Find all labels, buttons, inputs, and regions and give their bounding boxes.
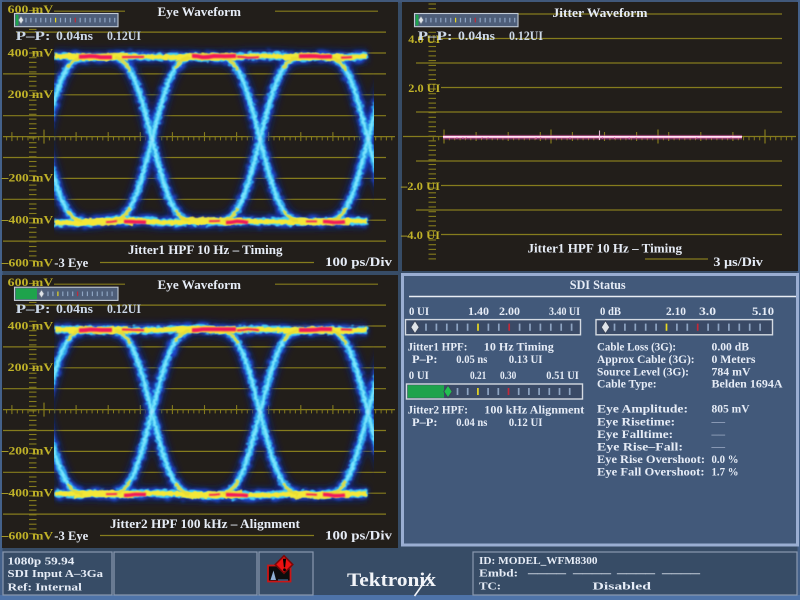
svg-text:0 Meters: 0 Meters	[712, 354, 757, 366]
svg-text:100 ps/Div: 100 ps/Div	[325, 255, 393, 269]
svg-text:––: ––	[710, 442, 725, 454]
svg-text:–400 mV: –400 mV	[1, 213, 54, 227]
svg-text:2.10: 2.10	[666, 306, 686, 318]
svg-text:––––: ––––	[526, 568, 567, 580]
svg-text:0.0 %: 0.0 %	[712, 454, 739, 466]
svg-text:5.10: 5.10	[752, 306, 774, 318]
svg-text:Embd:: Embd:	[479, 568, 518, 580]
svg-text:1.7 %: 1.7 %	[712, 467, 739, 479]
svg-text:Jitter Waveform: Jitter Waveform	[553, 5, 648, 20]
svg-text:2.0 UI: 2.0 UI	[408, 81, 440, 95]
svg-text:P–P:: P–P:	[412, 417, 438, 429]
svg-text:0.04ns: 0.04ns	[458, 29, 495, 43]
svg-text:P–P:: P–P:	[16, 302, 51, 316]
svg-text:P–P:: P–P:	[16, 29, 51, 43]
svg-text:100 ps/Div: 100 ps/Div	[325, 529, 393, 543]
svg-text:3 µs/Div: 3 µs/Div	[713, 255, 763, 269]
svg-text:–400 mV: –400 mV	[1, 486, 54, 500]
svg-text:Eye Amplitude:: Eye Amplitude:	[597, 404, 688, 416]
svg-text:–200 mV: –200 mV	[1, 444, 54, 458]
svg-text:SDI Status: SDI Status	[570, 278, 626, 292]
svg-text:Approx Cable (3G):: Approx Cable (3G):	[597, 354, 695, 366]
svg-text:Eye Falltime:: Eye Falltime:	[597, 429, 673, 441]
svg-text:0.13 UI: 0.13 UI	[509, 354, 543, 366]
svg-text:–600 mV: –600 mV	[1, 256, 54, 270]
svg-text:-3 Eye: -3 Eye	[54, 256, 88, 270]
svg-text:0.21: 0.21	[470, 370, 487, 382]
svg-text:P–P:: P–P:	[418, 29, 453, 43]
svg-text:200 mV: 200 mV	[8, 87, 54, 101]
svg-text:0.12 UI: 0.12 UI	[509, 417, 543, 429]
svg-text:0.00 dB: 0.00 dB	[712, 342, 750, 354]
svg-text:0.12UI: 0.12UI	[509, 29, 543, 43]
svg-text:Eye Rise–Fall:: Eye Rise–Fall:	[597, 442, 683, 454]
svg-text:400 mV: 400 mV	[8, 318, 54, 332]
svg-text:0 dB: 0 dB	[600, 306, 621, 318]
svg-text:3.0: 3.0	[699, 306, 716, 318]
svg-text:0 UI: 0 UI	[409, 370, 429, 382]
svg-text:ID: MODEL_WFM8300: ID: MODEL_WFM8300	[479, 555, 598, 567]
svg-text:Jitter2 HPF 100 kHz – Alignmen: Jitter2 HPF 100 kHz – Alignment	[110, 517, 301, 531]
svg-text:––: ––	[710, 416, 725, 428]
svg-text:Eye Waveform: Eye Waveform	[158, 4, 242, 19]
svg-text:Belden 1694A: Belden 1694A	[712, 379, 784, 391]
svg-text:0.12UI: 0.12UI	[107, 302, 141, 316]
svg-text:0.51 UI: 0.51 UI	[546, 370, 579, 382]
svg-text:Eye Fall Overshoot:: Eye Fall Overshoot:	[597, 467, 705, 479]
svg-text:805 mV: 805 mV	[712, 404, 751, 416]
svg-text:Source Level (3G):: Source Level (3G):	[597, 366, 689, 378]
svg-text:Eye Waveform: Eye Waveform	[158, 277, 242, 292]
svg-text:–4.0 UI: –4.0 UI	[400, 228, 440, 242]
svg-text:-3 Eye: -3 Eye	[54, 529, 88, 543]
svg-text:Cable Loss (3G):: Cable Loss (3G):	[597, 342, 676, 354]
svg-text:Jitter2 HPF:: Jitter2 HPF:	[408, 405, 469, 417]
svg-text:Eye Rise Overshoot:: Eye Rise Overshoot:	[597, 454, 705, 466]
svg-text:––––: ––––	[571, 568, 612, 580]
svg-text:––––: ––––	[615, 568, 656, 580]
svg-text:0.04ns: 0.04ns	[56, 302, 93, 316]
svg-text:0.05 ns: 0.05 ns	[456, 354, 487, 366]
svg-text:SDI Input A–3Ga: SDI Input A–3Ga	[8, 568, 104, 580]
svg-text:0.12UI: 0.12UI	[107, 29, 141, 43]
svg-text:–200 mV: –200 mV	[1, 171, 54, 185]
svg-text:––: ––	[710, 429, 725, 441]
svg-text:0.04ns: 0.04ns	[56, 29, 93, 43]
svg-text:2.00: 2.00	[499, 306, 520, 318]
svg-text:––––: ––––	[660, 568, 701, 580]
svg-text:P–P:: P–P:	[412, 354, 438, 366]
svg-text:Ref: Internal: Ref: Internal	[8, 582, 82, 594]
svg-text:1.40: 1.40	[468, 306, 489, 318]
svg-text:400 mV: 400 mV	[8, 45, 54, 59]
svg-text:200 mV: 200 mV	[8, 360, 54, 374]
svg-text:–2.0 UI: –2.0 UI	[400, 179, 440, 193]
svg-text:Cable Type:: Cable Type:	[597, 379, 657, 391]
svg-text:1080p 59.94: 1080p 59.94	[8, 555, 76, 567]
svg-text:784 mV: 784 mV	[712, 366, 752, 378]
svg-text:Jitter1 HPF 10 Hz – Timing: Jitter1 HPF 10 Hz – Timing	[128, 243, 283, 257]
svg-text:10 Hz Timing: 10 Hz Timing	[484, 341, 554, 353]
svg-text:–600 mV: –600 mV	[1, 529, 54, 543]
svg-text:0.30: 0.30	[500, 370, 517, 382]
svg-text:TC:: TC:	[479, 580, 501, 592]
svg-text:0.04 ns: 0.04 ns	[456, 417, 487, 429]
svg-text:Tektronix: Tektronix	[347, 570, 437, 591]
svg-text:100 kHz Alignment: 100 kHz Alignment	[484, 405, 584, 417]
svg-text:3.40 UI: 3.40 UI	[549, 306, 580, 318]
svg-text:Jitter1 HPF 10 Hz – Timing: Jitter1 HPF 10 Hz – Timing	[528, 242, 683, 256]
svg-text:0 UI: 0 UI	[409, 306, 429, 318]
svg-text:Jitter1 HPF:: Jitter1 HPF:	[408, 341, 468, 353]
svg-text:Eye Risetime:: Eye Risetime:	[597, 416, 675, 428]
svg-text:Disabled: Disabled	[593, 580, 652, 592]
